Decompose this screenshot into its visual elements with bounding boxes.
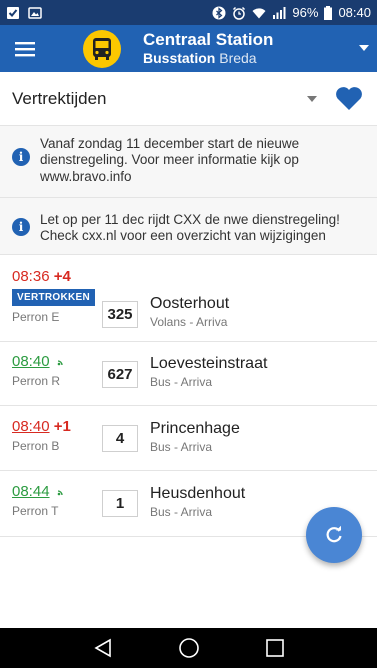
view-selector-row: Vertrektijden [0,72,377,126]
operator: Bus - Arriva [150,440,213,454]
departure-time-row: 08:36 +4 [12,268,102,285]
realtime-icon [57,490,63,496]
departure-time-row: 08:44 [12,483,102,500]
station-subtitle-strong: Busstation [143,50,216,67]
platform: Perron E [12,310,60,324]
back-icon[interactable] [93,638,113,658]
alarm-icon [233,6,246,20]
line-number: 325 [102,301,138,328]
refresh-icon [326,525,342,543]
notice-item: i Let op per 11 dec rijdt CXX de nwe die… [0,198,377,255]
chevron-down-icon[interactable] [307,95,317,102]
departure-row[interactable]: 08:40 Perron R 627 Loevesteinstraat Bus … [0,342,377,406]
station-subtitle: Busstation Breda [143,50,273,67]
realtime-icon [57,360,63,366]
photo-icon [28,6,42,19]
bus-icon [93,37,111,60]
departure-time: 08:36 [12,268,50,285]
station-subtitle-city: Breda [219,50,257,67]
departure-time: 08:40 [12,353,50,370]
battery-icon [324,5,333,20]
notice-item: i Vanaf zondag 11 december start de nieu… [0,126,377,198]
station-dropdown-icon[interactable] [359,45,369,51]
departure-row[interactable]: 08:36 +4 VERTROKKEN Perron E 325 Oosterh… [0,255,377,342]
departure-time-row: 08:40 +1 [12,418,102,435]
platform: Perron B [12,439,60,453]
recents-icon[interactable] [265,638,285,658]
view-selector[interactable]: Vertrektijden [12,89,307,109]
station-title: Centraal Station [143,29,274,49]
destination: Oosterhout [150,295,230,312]
line-number: 627 [102,361,138,388]
departure-time-row: 08:40 [12,353,102,370]
info-icon: i [12,148,30,166]
checkbox-icon [7,6,19,19]
platform: Perron R [12,374,61,388]
info-icon: i [12,218,30,236]
operator: Volans - Arriva [150,315,228,329]
destination: Loevesteinstraat [150,355,268,372]
platform: Perron T [12,504,59,518]
bus-badge [83,29,121,68]
delay: +1 [53,418,71,435]
departure-row[interactable]: 08:40 +1 Perron B 4 Princenhage Bus - Ar… [0,406,377,471]
delay: +4 [53,268,71,285]
line-number: 4 [102,425,138,452]
home-icon[interactable] [178,637,200,659]
refresh-button[interactable] [306,507,362,563]
hamburger-menu-icon [15,41,35,56]
bluetooth-icon [212,6,226,19]
system-nav-bar [0,628,377,668]
wifi-icon [252,7,266,18]
signal-icon [273,6,286,19]
departure-time: 08:40 [12,418,50,435]
notice-text: Vanaf zondag 11 december start de nieuwe… [40,136,300,184]
line-number: 1 [102,490,138,517]
notice-text: Let op per 11 dec rijdt CXX de nwe diens… [40,212,340,244]
favorite-heart-icon[interactable] [335,86,363,111]
station-selector[interactable]: Centraal Station Busstation Breda [143,30,273,67]
battery-percentage: 96% [292,5,319,20]
operator: Bus - Arriva [150,375,213,389]
destination: Heusdenhout [150,485,246,502]
departure-time: 08:44 [12,483,50,500]
status-bar: 96% 08:40 [0,0,377,25]
clock: 08:40 [338,5,371,20]
status-badge: VERTROKKEN [12,289,96,306]
menu-button[interactable] [0,25,50,72]
app-bar: Centraal Station Busstation Breda [0,25,377,72]
destination: Princenhage [150,420,240,437]
